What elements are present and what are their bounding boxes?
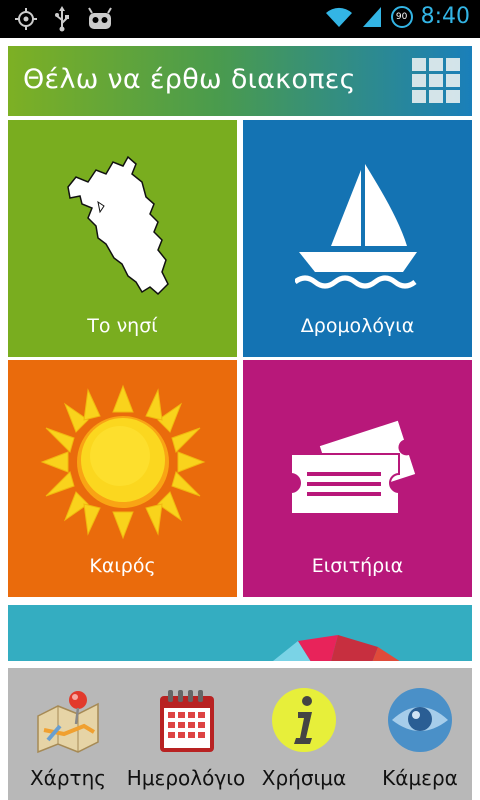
battery-icon: 90	[390, 5, 413, 28]
status-bar: 90 8:40	[0, 0, 480, 38]
bottom-nav: Χάρτης Ημερολόγιο Χρήσιμα Κάμερα	[8, 668, 472, 800]
usb-icon	[55, 6, 69, 32]
grid-menu-icon[interactable]	[412, 58, 460, 104]
tile-label: Καιρός	[89, 555, 156, 577]
tickets-icon	[290, 420, 416, 515]
umbrella-icon	[273, 635, 400, 661]
tile-label: Δρομολόγια	[300, 315, 415, 337]
tile-routes[interactable]: Δρομολόγια	[243, 120, 472, 357]
eye-icon	[388, 688, 452, 752]
info-icon	[272, 688, 336, 752]
wifi-icon	[325, 7, 352, 27]
sun-icon	[40, 384, 206, 540]
tile-label: Εισιτήρια	[311, 555, 404, 577]
android-robot-icon	[88, 7, 112, 29]
map-pin-icon	[37, 691, 99, 754]
sailboat-icon	[295, 164, 417, 289]
promo-banner[interactable]	[8, 605, 472, 661]
island-map-icon	[67, 155, 169, 296]
tile-island[interactable]: Το νησί	[8, 120, 237, 357]
nav-label: Ημερολόγιο	[126, 766, 246, 790]
gps-icon	[15, 8, 37, 30]
tile-label: Το νησί	[87, 315, 158, 337]
signal-icon	[362, 6, 381, 27]
nav-label: Χάρτης	[29, 766, 107, 790]
tile-weather[interactable]: Καιρός	[8, 360, 237, 597]
tile-tickets[interactable]: Εισιτήρια	[243, 360, 472, 597]
calendar-icon	[160, 690, 214, 752]
app-header: Θέλω να έρθω διακοπες	[8, 46, 472, 116]
battery-level: 90	[395, 11, 408, 22]
clock: 8:40	[420, 4, 470, 29]
page-title: Θέλω να έρθω διακοπες	[23, 64, 356, 95]
nav-label: Κάμερα	[382, 766, 458, 790]
